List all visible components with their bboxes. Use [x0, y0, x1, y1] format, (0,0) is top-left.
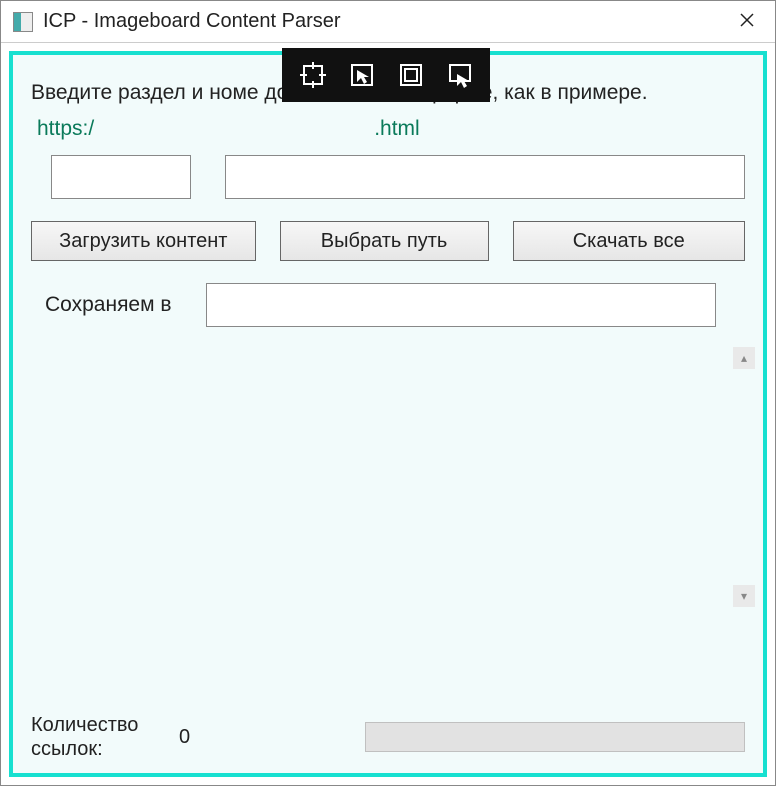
thread-input[interactable] [225, 155, 745, 199]
chevron-down-icon: ▾ [741, 589, 747, 603]
action-buttons: Загрузить контент Выбрать путь Скачать в… [31, 221, 745, 261]
save-path-input[interactable] [206, 283, 716, 327]
cursor-region-icon[interactable] [445, 60, 475, 90]
url-prefix: https:/ [37, 117, 94, 141]
cursor-select-icon[interactable] [347, 60, 377, 90]
client-area: Введите раздел и номе должно быть по фор… [1, 43, 775, 785]
window-icon[interactable] [396, 60, 426, 90]
results-area: ▴ ▾ [31, 347, 745, 607]
close-button[interactable] [719, 1, 775, 43]
input-row [51, 155, 745, 199]
footer: Количество ссылок: 0 [31, 713, 745, 761]
scrollbar[interactable]: ▴ ▾ [733, 347, 755, 607]
content-panel: Введите раздел и номе должно быть по фор… [9, 51, 767, 777]
scroll-down-button[interactable]: ▾ [733, 585, 755, 607]
chevron-up-icon: ▴ [741, 351, 747, 365]
app-window: ICP - Imageboard Content Parser Введите … [0, 0, 776, 786]
save-path-row: Сохраняем в [45, 283, 745, 327]
app-icon [13, 12, 33, 32]
scroll-up-button[interactable]: ▴ [733, 347, 755, 369]
section-input[interactable] [51, 155, 191, 199]
titlebar: ICP - Imageboard Content Parser [1, 1, 775, 43]
url-suffix: .html [374, 117, 420, 141]
target-icon[interactable] [298, 60, 328, 90]
capture-toolbar [282, 48, 490, 102]
links-count-value: 0 [179, 726, 190, 749]
download-all-button[interactable]: Скачать все [513, 221, 746, 261]
save-path-label: Сохраняем в [45, 293, 172, 317]
url-template: https:/ .html [37, 117, 741, 141]
window-title: ICP - Imageboard Content Parser [43, 10, 341, 33]
load-content-button[interactable]: Загрузить контент [31, 221, 256, 261]
links-count-label: Количество ссылок: [31, 713, 161, 761]
progress-bar [365, 722, 745, 752]
choose-path-button[interactable]: Выбрать путь [280, 221, 489, 261]
close-icon [739, 11, 755, 34]
